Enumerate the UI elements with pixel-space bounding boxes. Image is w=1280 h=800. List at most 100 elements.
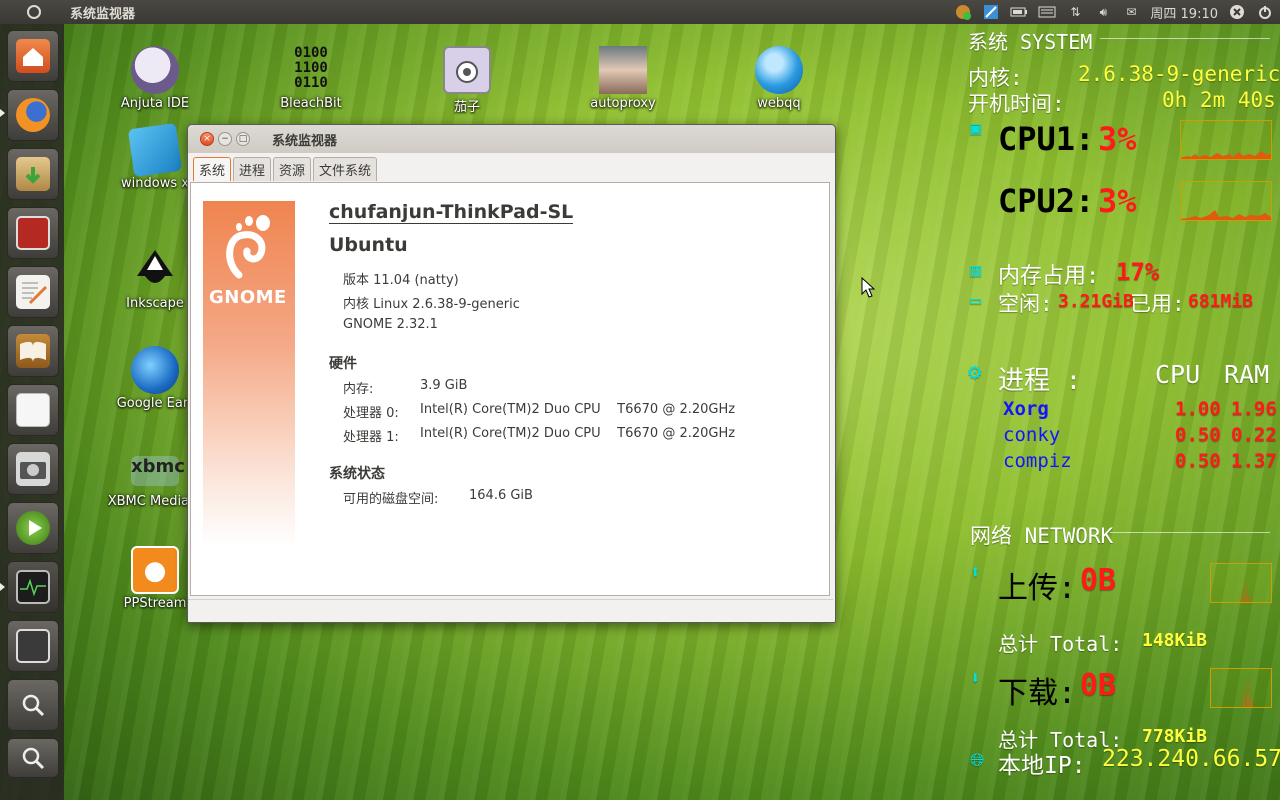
bleachbit-digits-row: 0100 [294,45,328,61]
conky-ip-label: 本地IP: [998,753,1086,779]
text-editor-icon [16,275,50,309]
media-player-launcher[interactable] [7,502,59,554]
hardware-section-title: 硬件 [329,356,357,372]
google-earth-icon [131,346,179,394]
conky-upload-value: 0B [1080,563,1117,598]
conky-download-total-value: 778KiB [1142,726,1208,747]
gnome-logo-text: GNOME [209,287,287,308]
memory-icon: ▥ [970,260,981,281]
conky-process-label: 进程 : [998,366,1082,396]
transfer-icon[interactable]: ⇅ [1066,4,1084,20]
search-applications-icon [16,688,50,722]
process-cpu: 0.50 [1175,424,1221,446]
gnome-logo-banner: GNOME [203,201,295,546]
dictionary-icon [16,334,50,368]
search-applications-launcher[interactable] [7,679,59,731]
process-cpu: 1.00 [1175,398,1221,420]
tab-filesystems[interactable]: 文件系统 [313,157,378,181]
maximize-button[interactable]: □ [236,132,250,146]
process-ram: 1.37 [1231,450,1277,472]
terminal-launcher[interactable] [7,207,59,259]
bleachbit-icon: 0100 1100 0110 [287,46,335,94]
workspace-switcher-launcher[interactable] [7,620,59,672]
home-folder-icon [16,39,50,73]
conky-upload-total-value: 148KiB [1142,630,1208,651]
volume-icon[interactable]: 🔊︎ [1094,4,1112,20]
conky-cpu1-label: CPU1: [998,120,1095,158]
distro-name: Ubuntu [329,234,408,256]
desktop-icon-webqq[interactable]: webqq [729,46,829,111]
process-name: conky [1003,424,1061,446]
ppstream-icon [131,546,179,594]
upload-graph [1210,563,1272,603]
close-session-icon[interactable] [1228,4,1246,20]
desktop-icon-label: Inkscape [126,296,184,311]
firefox-launcher[interactable] [7,89,59,141]
system-monitor-launcher[interactable] [7,561,59,613]
system-tray: ⇅ 🔊︎ ✉ 周四 19:10 [954,0,1274,24]
conky-process-ram-header: RAM [1224,360,1270,389]
clock[interactable]: 周四 19:10 [1150,3,1218,22]
keyboard-icon[interactable] [1038,4,1056,20]
conky-upload-label: 上传: [998,571,1077,606]
process-cpu: 0.50 [1175,450,1221,472]
globe-icon [755,46,803,94]
kernel-text: 内核 Linux 2.6.38-9-generic [343,297,520,312]
conky-ip-value: 223.240.66.57 [1102,746,1280,772]
tab-resources[interactable]: 资源 [273,157,312,181]
software-center-launcher[interactable] [7,148,59,200]
home-folder-launcher[interactable] [7,30,59,82]
tab-processes[interactable]: 进程 [233,157,272,181]
media-player-icon [16,511,50,545]
ubuntu-logo-icon [27,5,41,19]
gnome-foot-icon [226,215,270,279]
conky-system-title: 系统 SYSTEM [968,30,1093,54]
notification-icon[interactable] [954,4,972,20]
system-info: chufanjun-ThinkPad-SL Ubuntu [329,201,574,256]
desktop-icon-label: PPStream [123,596,187,611]
mail-icon[interactable]: ✉ [1122,4,1140,20]
tab-system[interactable]: 系统 [193,157,232,181]
version-text: 版本 11.04 (natty) [343,273,459,288]
search-files-icon [16,741,50,775]
battery-icon[interactable] [1010,4,1028,20]
swap-icon: ▭ [970,290,981,311]
anjuta-icon [131,46,179,94]
desktop-icon-label: BleachBit [280,96,342,111]
minimize-button[interactable]: − [218,132,232,146]
desktop-icon-autoproxy[interactable]: autoproxy [573,46,673,111]
dictionary-launcher[interactable] [7,325,59,377]
upload-arrow-icon: ⬆ [970,562,981,583]
desktop-icon-label: autoproxy [590,96,656,111]
window-title: 系统监视器 [272,133,338,149]
system-monitor-window: × − □ 系统监视器 系统 进程 资源 文件系统 GNOME chufanju… [187,124,836,623]
desktop-icon-bleachbit[interactable]: 0100 1100 0110 BleachBit [261,46,361,112]
disk-space-label: 可用的磁盘空间: [343,492,439,507]
power-icon[interactable] [1256,4,1274,20]
cpu2-graph [1180,181,1272,221]
desktop-icon-anjuta[interactable]: Anjuta IDE [105,46,205,111]
process-ram: 1.96 [1231,398,1277,420]
libreoffice-launcher[interactable] [7,384,59,436]
memory-label: 内存: [343,382,374,397]
cpu0-value: Intel(R) Core(TM)2 Duo CPU T6670 @ 2.20G… [420,402,736,417]
window-titlebar[interactable]: × − □ 系统监视器 [188,125,835,153]
software-center-icon [16,157,50,191]
libreoffice-icon [16,393,50,427]
network-manager-icon[interactable] [982,4,1000,20]
desktop-icon-qiezi[interactable]: 茄子 [417,46,517,115]
close-button[interactable]: × [200,132,214,146]
conky-cpu2-value: 3% [1098,182,1137,220]
camera-launcher[interactable] [7,443,59,495]
conky-process-cpu-header: CPU [1155,360,1201,389]
search-files-launcher[interactable] [7,738,59,778]
text-editor-launcher[interactable] [7,266,59,318]
conky-used-value: 681MiB [1188,291,1254,312]
cpu-icon: ▣ [970,118,981,139]
ubuntu-dash-button[interactable] [22,0,46,24]
conky-mem-value: 17% [1116,258,1160,286]
firefox-icon [16,98,50,132]
memory-value: 3.9 GiB [420,378,468,393]
desktop-icon-label: Google Eart [116,396,194,411]
download-graph [1210,668,1272,708]
